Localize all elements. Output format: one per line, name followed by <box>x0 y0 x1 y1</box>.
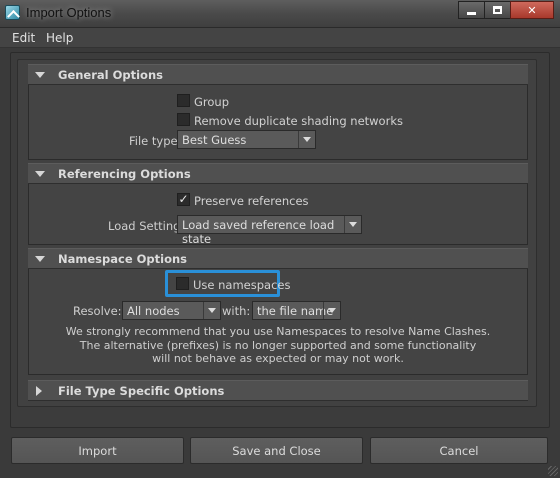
resolve-label: Resolve: <box>73 304 122 318</box>
section-namespace-header[interactable]: Namespace Options <box>28 248 528 269</box>
expanded-triangle-icon <box>35 171 45 177</box>
file-type-label: File type: <box>129 134 182 148</box>
dropdown-arrow-box <box>203 302 220 319</box>
with-label: with: <box>222 304 251 318</box>
info-line: The alternative (prefixes) is no longer … <box>79 338 477 352</box>
window-title: Import Options <box>26 5 112 20</box>
dropdown-arrow-box <box>344 216 361 233</box>
resize-grip[interactable] <box>548 466 558 476</box>
expanded-triangle-icon <box>35 256 45 262</box>
remove-duplicate-checkbox[interactable] <box>177 113 190 126</box>
title-bar: Import Options ✕ <box>0 0 560 28</box>
app-icon <box>5 5 20 20</box>
file-type-value: Best Guess <box>182 133 247 147</box>
section-general-title: General Options <box>58 68 163 82</box>
load-settings-value: Load saved reference load state <box>182 218 335 246</box>
menu-edit[interactable]: Edit <box>12 31 35 45</box>
collapsed-triangle-icon <box>36 386 42 396</box>
info-line: will not behave as expected or may not w… <box>152 352 404 365</box>
maximize-button[interactable] <box>484 1 511 19</box>
minimize-button[interactable] <box>458 1 485 19</box>
resolve-dropdown[interactable]: All nodes <box>122 301 221 320</box>
use-namespaces-checkbox[interactable] <box>176 277 189 290</box>
resolve-value: All nodes <box>127 304 180 318</box>
section-referencing-title: Referencing Options <box>58 167 191 181</box>
chevron-down-icon <box>208 308 216 313</box>
window-controls: ✕ <box>458 1 554 19</box>
preserve-references-label: Preserve references <box>194 194 309 208</box>
file-type-dropdown[interactable]: Best Guess <box>177 130 316 149</box>
menu-bar: Edit Help <box>0 28 560 48</box>
maximize-icon <box>493 6 502 14</box>
with-value: the file name <box>257 304 334 318</box>
group-checkbox[interactable] <box>177 94 190 107</box>
group-label: Group <box>194 95 230 109</box>
load-settings-label: Load Settings <box>108 219 187 233</box>
dropdown-arrow-box <box>298 131 315 148</box>
cancel-button[interactable]: Cancel <box>370 437 548 464</box>
load-settings-dropdown[interactable]: Load saved reference load state <box>177 215 362 246</box>
section-file-type-specific-title: File Type Specific Options <box>58 384 225 398</box>
close-icon: ✕ <box>527 3 537 17</box>
expanded-triangle-icon <box>35 72 45 78</box>
use-namespaces-label: Use namespaces <box>193 278 291 292</box>
section-namespace-title: Namespace Options <box>58 252 188 266</box>
info-line: We strongly recommend that you use Names… <box>65 325 491 338</box>
chevron-down-icon <box>303 137 311 142</box>
section-referencing-header[interactable]: Referencing Options <box>28 163 528 184</box>
chevron-down-icon <box>328 308 336 313</box>
dropdown-arrow-box <box>323 302 340 319</box>
import-button[interactable]: Import <box>11 437 184 464</box>
save-and-close-button[interactable]: Save and Close <box>190 437 363 464</box>
close-button[interactable]: ✕ <box>510 1 554 19</box>
section-file-type-specific-header[interactable]: File Type Specific Options <box>28 380 528 401</box>
remove-duplicate-label: Remove duplicate shading networks <box>194 114 403 128</box>
checkmark-icon: ✓ <box>178 192 189 206</box>
section-general-header[interactable]: General Options <box>28 64 528 85</box>
minimize-icon <box>467 11 476 15</box>
preserve-references-checkbox[interactable]: ✓ <box>177 193 190 206</box>
chevron-down-icon <box>349 222 357 227</box>
menu-help[interactable]: Help <box>46 31 73 45</box>
namespace-info-text: We strongly recommend that you use Names… <box>28 325 528 366</box>
with-dropdown[interactable]: the file name <box>252 301 341 320</box>
